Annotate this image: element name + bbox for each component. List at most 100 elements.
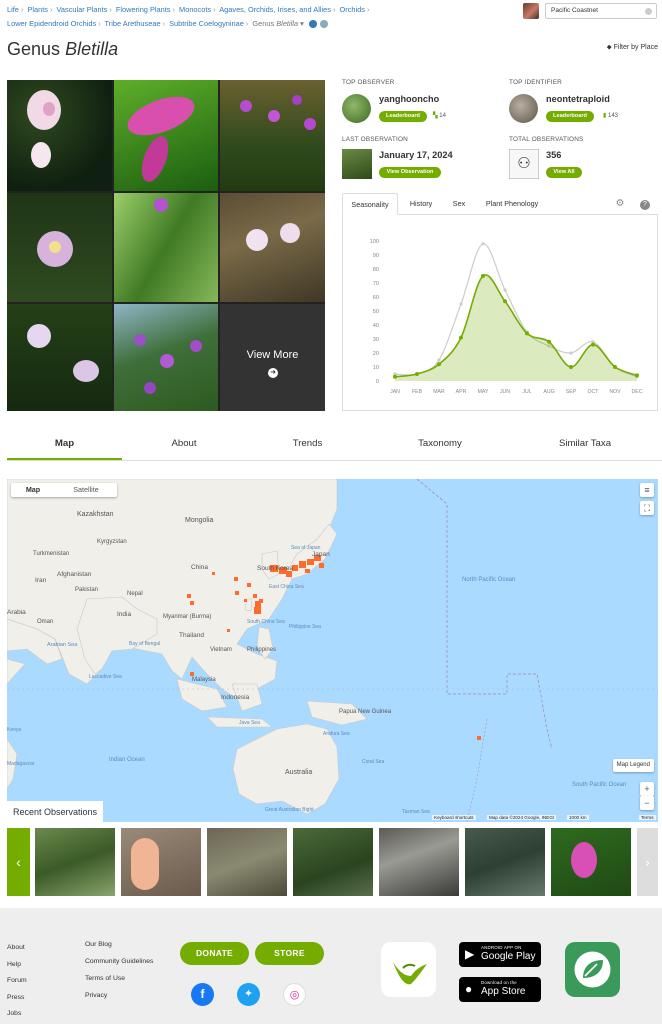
next-arrow-button[interactable]: › [637,828,658,896]
zoom-in-button[interactable]: + [640,782,654,796]
y-tick-label: 20 [373,351,379,357]
google-play-badge[interactable]: ▶ ANDROID APP ON Google Play [459,942,541,967]
crumb-monocots[interactable]: Monocots [179,5,211,14]
crumb-agaves[interactable]: Agaves, Orchids, Irises, and Allies [219,5,331,14]
footer-terms-link[interactable]: Terms of Use [85,974,155,983]
facebook-icon[interactable]: f [191,983,214,1006]
tab-taxonomy[interactable]: Taxonomy [385,432,495,460]
binoculars-icon: ⚇ [509,149,539,179]
last-observation-thumb[interactable] [342,149,372,179]
keyboard-shortcuts-link[interactable]: Keyboard shortcuts [432,815,476,820]
footer-jobs-link[interactable]: Jobs [7,1006,27,1023]
tab-trends[interactable]: Trends [255,432,360,460]
recent-thumb-6[interactable] [465,828,545,896]
footer-forum-link[interactable]: Forum [7,973,27,990]
fullscreen-icon[interactable]: ⛶ [640,501,654,515]
crumb-life[interactable]: Life [7,5,19,14]
map-type-map[interactable]: Map [11,483,55,497]
footer-privacy-link[interactable]: Privacy [85,991,155,1000]
recent-thumb-2[interactable] [121,828,201,896]
inaturalist-app-icon[interactable] [381,942,436,997]
twitter-icon[interactable]: ✦ [237,983,260,1006]
gear-icon[interactable]: ⚙ [612,193,628,215]
crumb-plants[interactable]: Plants [27,5,48,14]
instagram-icon[interactable]: ◎ [283,983,306,1006]
x-tick-label: SEP [566,389,577,395]
photo-4[interactable] [7,193,112,302]
footer-press-link[interactable]: Press [7,990,27,1007]
zoom-out-button[interactable]: − [640,796,654,810]
top-observer-avatar[interactable] [342,94,371,123]
photo-2[interactable] [114,80,218,191]
recent-thumb-3[interactable] [207,828,287,896]
crumb-vascular-plants[interactable]: Vascular Plants [57,5,108,14]
view-more-button[interactable]: View More ➜ [220,304,325,411]
recent-observations-label: Recent Observations [7,801,104,823]
photo-8[interactable] [114,304,218,411]
recent-thumb-7[interactable] [551,828,631,896]
photo-5[interactable] [114,193,218,302]
x-tick-label: FEB [412,389,423,395]
store-button[interactable]: STORE [255,942,324,965]
x-tick-label: JUN [500,389,510,395]
app-store-badge[interactable]: ● Download on the App Store [459,977,541,1002]
footer-help-link[interactable]: Help [7,957,27,974]
top-observer-name[interactable]: yanghooncho [379,94,439,104]
identifier-leaderboard-button[interactable]: Leaderboard [546,111,594,122]
view-all-button[interactable]: View All [546,167,582,178]
tab-sex[interactable]: Sex [445,193,473,215]
map-scale: 1000 km [567,815,589,820]
clear-icon[interactable] [645,8,652,15]
tab-about[interactable]: About [130,432,238,460]
footer-guidelines-link[interactable]: Community Guidelines [85,957,155,966]
crumb-tribe[interactable]: Tribe Arethuseae [105,19,161,28]
tab-map[interactable]: Map [7,432,122,460]
info-icon[interactable] [308,20,317,29]
observer-leaderboard-button[interactable]: Leaderboard [379,111,427,122]
map-label: Great Australian Bight [265,807,314,813]
top-identifier-name[interactable]: neontetraploid [546,94,610,104]
map-label: Kyrgyzstan [97,539,127,545]
top-identifier-avatar[interactable] [509,94,538,123]
recent-thumb-5[interactable] [379,828,459,896]
link-icon[interactable] [319,20,328,29]
map-type-satellite[interactable]: Satellite [55,483,117,497]
help-icon[interactable]: ? [638,193,652,215]
total-observations-count[interactable]: 356 [546,150,561,160]
tab-seasonality[interactable]: Seasonality [342,193,398,215]
tab-plant-phenology[interactable]: Plant Phenology [479,193,545,215]
prev-arrow-button[interactable]: ‹ [7,828,30,896]
tab-similar-taxa[interactable]: Similar Taxa [525,432,645,460]
layers-icon[interactable]: ≡ [640,483,654,497]
photo-3[interactable] [220,80,325,191]
last-observation-date[interactable]: January 17, 2024 [379,150,453,160]
crumb-flowering-plants[interactable]: Flowering Plants [116,5,171,14]
view-observation-button[interactable]: View Observation [379,167,441,178]
photo-1[interactable] [7,80,112,191]
crumb-current[interactable]: Genus Bletilla ▾ [252,19,303,28]
map-label: North Pacific Ocean [462,577,516,583]
recent-thumb-4[interactable] [293,828,373,896]
place-search-input[interactable]: Pacific Coastnet [545,3,657,19]
series-point-research [525,331,529,336]
observation-map[interactable]: Kazakhstan Mongolia Kyrgyzstan Turkmenistan… [7,479,658,822]
crumb-lower-epidendroid[interactable]: Lower Epidendroid Orchids [7,19,96,28]
footer-blog-link[interactable]: Our Blog [85,940,155,949]
map-label: Philippine Sea [289,624,321,630]
donate-button[interactable]: DONATE [180,942,249,965]
footer-about-link[interactable]: About [7,940,27,957]
photo-7[interactable] [7,304,112,411]
crumb-orchids[interactable]: Orchids [339,5,364,14]
crumb-subtribe[interactable]: Subtribe Coelogyninae [169,19,244,28]
map-attribution: Map data ©2024 Google, INEGI [487,815,557,820]
x-tick-label: NOV [609,389,621,395]
series-point-research [481,274,485,278]
map-label: Vietnam [210,647,232,653]
filter-by-place-button[interactable]: ⬥ Filter by Place [607,44,658,52]
map-terms-link[interactable]: Terms [639,815,656,820]
seek-app-icon[interactable] [565,942,620,997]
map-legend-button[interactable]: Map Legend [612,759,654,772]
recent-thumb-1[interactable] [35,828,115,896]
photo-6[interactable] [220,193,325,302]
tab-history[interactable]: History [400,193,442,215]
